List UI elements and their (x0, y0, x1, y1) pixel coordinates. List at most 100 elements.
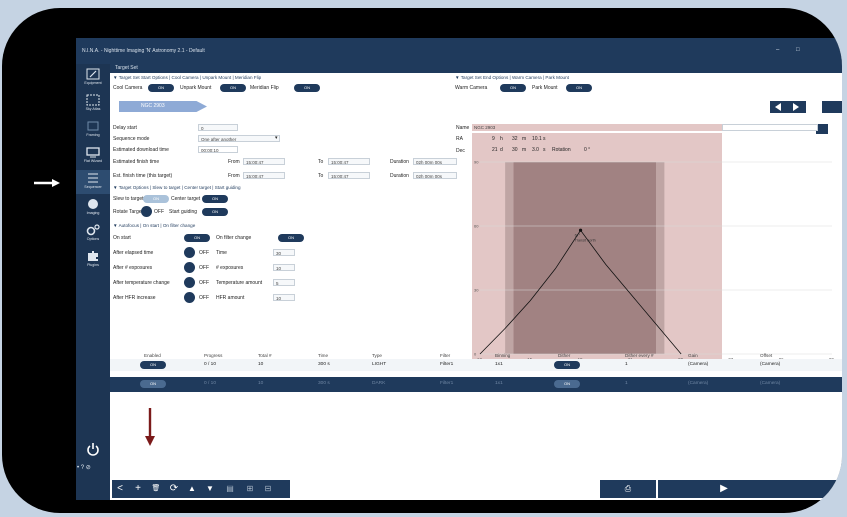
reset-button[interactable]: ⟳ (168, 483, 180, 495)
ra-hours[interactable]: 9 (492, 136, 495, 142)
column-header[interactable]: Dither every # (625, 353, 654, 358)
target-tab[interactable]: NGC 2903 (119, 101, 207, 112)
meridian-flip-toggle[interactable]: ON (294, 84, 320, 92)
column-header[interactable]: Filter (440, 353, 450, 358)
end-options-header[interactable]: ▼ Target Set End Options | Warm Camera |… (455, 75, 569, 80)
column-header[interactable]: Time (318, 353, 328, 358)
start-guiding-toggle[interactable]: ON (202, 208, 228, 216)
sidebar-item-sequencer[interactable]: Sequencer (76, 170, 110, 194)
column-header[interactable]: Progress (204, 353, 222, 358)
sidebar-item-plugins[interactable]: Plugins (76, 248, 110, 272)
center-toggle[interactable]: ON (202, 195, 228, 203)
table-cell[interactable]: 1x1 (495, 381, 503, 386)
power-icon[interactable] (86, 442, 100, 456)
table-cell[interactable]: Filter1 (440, 362, 453, 367)
start-sequence-button[interactable]: ▶ (718, 483, 730, 495)
target-options-header[interactable]: ▼ Target Options | Slew to target | Cent… (113, 185, 241, 190)
table-row[interactable] (110, 359, 842, 371)
dither-toggle[interactable]: ON (554, 361, 580, 369)
unpark-mount-label: Unpark Mount (180, 85, 212, 91)
rotate-toggle[interactable] (141, 206, 152, 217)
column-header[interactable]: Dither (558, 353, 570, 358)
export-button[interactable]: ⎙ (622, 483, 634, 495)
autofocus-header[interactable]: ▼ Autofocus | On start | On filter chang… (113, 223, 195, 228)
column-header[interactable]: Binning (495, 353, 510, 358)
cool-camera-toggle[interactable]: ON (148, 84, 174, 92)
dec-degrees[interactable]: 21 (492, 147, 498, 153)
help-glyphs[interactable]: • ? ⊘ (77, 464, 91, 471)
target-nav-buttons[interactable] (770, 101, 842, 113)
sidebar-item-equipment[interactable]: Equipment (76, 66, 110, 90)
warm-camera-toggle[interactable]: ON (500, 84, 526, 92)
list-button[interactable]: ▤ (224, 483, 236, 495)
af-filter-change-toggle[interactable]: ON (278, 234, 304, 242)
sidebar-item-label: Imaging (86, 211, 100, 215)
table-cell[interactable]: 10 (258, 381, 263, 386)
enabled-toggle[interactable]: ON (140, 380, 166, 388)
sidebar-item-options[interactable]: Options (76, 222, 110, 246)
sidebar-item-imaging[interactable]: Imaging (76, 196, 110, 220)
rotation-value[interactable]: 0 ° (584, 147, 590, 153)
af-temp-field[interactable]: 5 (273, 279, 295, 286)
af-on-start-toggle[interactable]: ON (184, 234, 210, 242)
table-cell[interactable]: (Camera) (760, 381, 780, 386)
af-elapsed-toggle[interactable] (184, 247, 195, 258)
af-elapsed-off: OFF (199, 250, 209, 256)
af-hfr-toggle[interactable] (184, 292, 195, 303)
dec-minutes[interactable]: 30 (512, 147, 518, 153)
enabled-toggle[interactable]: ON (140, 361, 166, 369)
table-cell[interactable]: 1 (625, 381, 628, 386)
column-header[interactable]: Enabled (144, 353, 161, 358)
af-hfr-field[interactable]: 10 (273, 294, 295, 301)
framing-icon (87, 121, 99, 131)
move-down-button[interactable]: ▼ (204, 483, 216, 495)
af-exposures-field[interactable]: 10 (273, 264, 295, 271)
move-up-button[interactable]: ▲ (186, 483, 198, 495)
table-cell[interactable]: LIGHT (372, 362, 386, 367)
table-cell[interactable]: 300 s (318, 362, 330, 367)
add-button[interactable]: + (132, 483, 144, 495)
back-button[interactable]: < (114, 483, 126, 495)
sidebar-item-flat-wizard[interactable]: Flat Wizard (76, 144, 110, 168)
table-cell[interactable]: 1x1 (495, 362, 503, 367)
sequence-mode-select[interactable]: One after another (198, 135, 280, 142)
target-name-field[interactable]: NGC 2903 (472, 124, 722, 131)
transit-annotation: Transit north (575, 238, 596, 242)
name-field-ext[interactable] (722, 124, 818, 131)
af-time-field[interactable]: 30 (273, 249, 295, 256)
dither-toggle[interactable]: ON (554, 380, 580, 388)
tab-target-set[interactable]: Target Set (110, 64, 842, 73)
delete-button[interactable]: 🗑 (150, 483, 162, 495)
table-cell[interactable]: 10 (258, 362, 263, 367)
af-temp-toggle[interactable] (184, 277, 195, 288)
table-cell[interactable]: (Camera) (688, 381, 708, 386)
sidebar-item-sky-atlas[interactable]: Sky Atlas (76, 92, 110, 116)
ra-seconds[interactable]: 10.1 (532, 136, 542, 142)
table-cell[interactable]: 0 / 10 (204, 381, 216, 386)
table-cell[interactable]: 1 (625, 362, 628, 367)
table-cell[interactable]: 300 s (318, 381, 330, 386)
table-cell[interactable]: Filter1 (440, 381, 453, 386)
af-exposures-toggle[interactable] (184, 262, 195, 273)
table-cell[interactable]: (Camera) (760, 362, 780, 367)
minimize-button[interactable]: – (776, 47, 779, 53)
slew-toggle[interactable]: ON (143, 195, 169, 203)
table-row-selected[interactable] (110, 377, 842, 392)
column-header[interactable]: Offset (760, 353, 772, 358)
park-mount-toggle[interactable]: ON (566, 84, 592, 92)
sidebar-item-framing[interactable]: Framing (76, 118, 110, 142)
load-button[interactable]: ⊞ (244, 483, 256, 495)
table-cell[interactable]: DARK (372, 381, 385, 386)
ra-minutes[interactable]: 32 (512, 136, 518, 142)
table-cell[interactable]: (Camera) (688, 362, 708, 367)
table-cell[interactable]: 0 / 10 (204, 362, 216, 367)
maximize-button[interactable]: □ (796, 47, 800, 53)
column-header[interactable]: Type (372, 353, 382, 358)
unpark-mount-toggle[interactable]: ON (220, 84, 246, 92)
column-header[interactable]: Total # (258, 353, 272, 358)
start-options-header[interactable]: ▼ Target Set Start Options | Cool Camera… (113, 75, 261, 80)
dec-seconds[interactable]: 3.0 (532, 147, 539, 153)
save-button[interactable]: ⊟ (262, 483, 274, 495)
column-header[interactable]: Gain (688, 353, 698, 358)
delay-start-field[interactable]: 0 (198, 124, 238, 131)
